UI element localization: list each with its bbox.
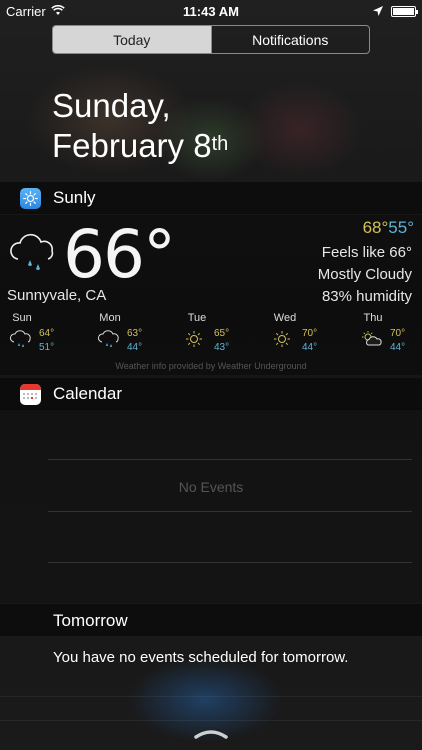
forecast-day: Tue 65° 43° bbox=[182, 312, 252, 353]
today-high-low: 68°55° bbox=[363, 218, 414, 238]
rain-cloud-icon bbox=[9, 330, 33, 353]
sunly-app-icon bbox=[20, 187, 41, 209]
current-temperature: 66° bbox=[63, 216, 176, 293]
date-heading: Sunday, February 8th bbox=[52, 86, 228, 166]
feels-like: Feels like 66° bbox=[321, 244, 412, 261]
tomorrow-message: You have no events scheduled for tomorro… bbox=[53, 649, 349, 666]
forecast-low: 44° bbox=[127, 342, 143, 353]
status-time: 11:43 AM bbox=[183, 4, 239, 19]
forecast-low: 43° bbox=[214, 342, 230, 353]
today-high: 68° bbox=[362, 218, 389, 237]
sunly-title: Sunly bbox=[53, 188, 96, 207]
segmented-control: Today Notifications bbox=[52, 25, 370, 54]
location-arrow-icon bbox=[373, 4, 383, 19]
calendar-title: Calendar bbox=[53, 384, 122, 403]
forecast-high: 70° bbox=[302, 328, 318, 339]
humidity: 83% humidity bbox=[321, 288, 412, 305]
forecast-day: Mon 63° 44° bbox=[95, 312, 165, 353]
calendar-widget-header[interactable]: Calendar bbox=[0, 378, 422, 410]
no-events-label: No Events bbox=[178, 479, 244, 495]
sunly-widget-header[interactable]: Sunly bbox=[0, 182, 422, 214]
sun-icon bbox=[272, 330, 292, 353]
rain-cloud-icon bbox=[8, 233, 58, 278]
calendar-app-icon bbox=[20, 383, 41, 405]
today-low: 55° bbox=[388, 218, 414, 237]
tomorrow-title: Tomorrow bbox=[53, 611, 128, 630]
condition: Mostly Cloudy bbox=[317, 266, 412, 283]
forecast-day: Wed 70° 44° bbox=[270, 312, 340, 353]
date-month-day-text: February 8 bbox=[52, 127, 212, 164]
date-month-day: February 8th bbox=[52, 126, 228, 166]
divider bbox=[0, 720, 422, 721]
weather-credit: Weather info provided by Weather Undergr… bbox=[115, 361, 307, 371]
forecast-low: 44° bbox=[302, 342, 318, 353]
forecast-day-name: Tue bbox=[187, 312, 207, 324]
location-label: Sunnyvale, CA bbox=[7, 287, 107, 304]
weather-widget[interactable]: 66° Sunnyvale, CA 68°55° Feels like 66° … bbox=[0, 215, 422, 375]
forecast-low: 51° bbox=[39, 342, 55, 353]
tab-today[interactable]: Today bbox=[53, 26, 211, 53]
forecast-high: 64° bbox=[39, 328, 55, 339]
forecast-high: 65° bbox=[214, 328, 230, 339]
calendar-widget[interactable]: No Events bbox=[0, 409, 422, 603]
forecast-day: Thu 70° 44° bbox=[358, 312, 422, 353]
forecast-day-name: Thu bbox=[363, 312, 383, 324]
close-handle-icon[interactable] bbox=[193, 726, 229, 739]
battery-icon bbox=[391, 6, 418, 17]
date-suffix: th bbox=[211, 133, 229, 155]
rain-cloud-icon bbox=[97, 330, 121, 353]
partly-cloudy-icon bbox=[360, 330, 384, 353]
forecast-day-name: Mon bbox=[99, 312, 121, 324]
forecast-day-name: Wed bbox=[273, 312, 297, 324]
sun-icon bbox=[184, 330, 204, 353]
calendar-hour-line bbox=[48, 459, 412, 460]
forecast-day: Sun 64° 51° bbox=[7, 312, 77, 353]
forecast-day-name: Sun bbox=[12, 312, 32, 324]
tomorrow-header: Tomorrow bbox=[0, 604, 422, 636]
forecast-low: 44° bbox=[390, 342, 406, 353]
forecast-high: 63° bbox=[127, 328, 143, 339]
status-bar: Carrier 11:43 AM bbox=[0, 0, 422, 22]
calendar-hour-line bbox=[48, 562, 412, 563]
divider bbox=[0, 696, 422, 697]
date-weekday: Sunday, bbox=[52, 87, 171, 124]
calendar-hour-line bbox=[48, 511, 412, 512]
forecast-high: 70° bbox=[390, 328, 406, 339]
tab-notifications[interactable]: Notifications bbox=[210, 26, 370, 53]
